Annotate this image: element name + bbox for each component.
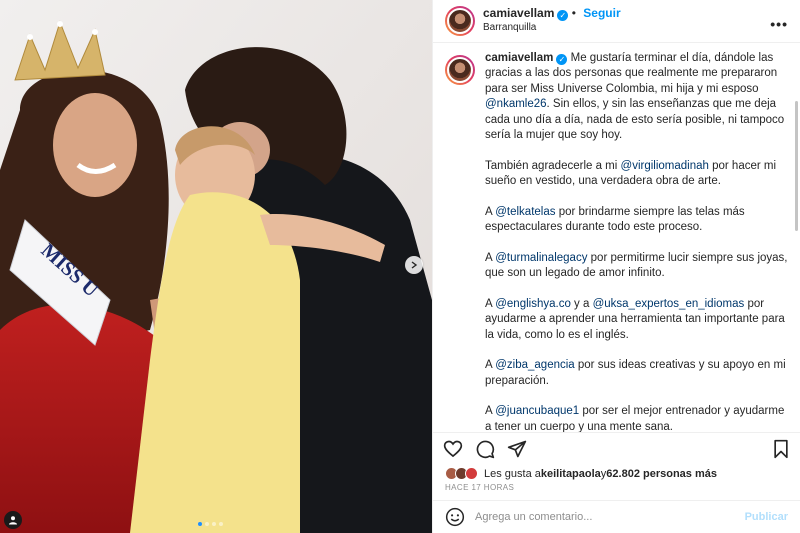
carousel-dot xyxy=(205,522,209,526)
caption-segment: A xyxy=(485,205,496,218)
avatar[interactable] xyxy=(445,54,475,85)
caption-username[interactable]: camiavellam xyxy=(485,52,553,64)
post-side-panel: camiavellam ✓ • Seguir Barranquilla ••• c… xyxy=(432,0,800,533)
liker-avatars xyxy=(445,467,478,481)
post-dialog: MISS U camiavellam ✓ • Seguir Barranquil… xyxy=(0,0,800,533)
caption-segment: A xyxy=(485,359,496,372)
caption-paragraph: camiavellam ✓ Me gustaría terminar el día… xyxy=(485,51,788,144)
caption-paragraph: A @juancubaque1 por ser el mejor entrena… xyxy=(485,404,788,431)
next-photo-button[interactable] xyxy=(405,256,423,274)
mention-link[interactable]: @juancubaque1 xyxy=(495,405,579,417)
verified-icon: ✓ xyxy=(557,10,569,22)
caption-segment: y a xyxy=(570,297,593,310)
caption-scrollbar[interactable] xyxy=(795,100,798,231)
post-timestamp[interactable]: HACE 17 HORAS xyxy=(433,481,800,500)
mention-link[interactable]: @englishya.co xyxy=(495,298,571,310)
mention-link[interactable]: @virgiliomadinah xyxy=(621,160,709,172)
post-header: camiavellam ✓ • Seguir Barranquilla ••• xyxy=(433,0,800,43)
caption-text: camiavellam ✓ Me gustaría terminar el día… xyxy=(485,51,788,432)
liker-username[interactable]: keilitapaola xyxy=(541,468,601,480)
carousel-dot xyxy=(212,522,216,526)
verified-icon: ✓ xyxy=(556,53,568,65)
header-username[interactable]: camiavellam xyxy=(483,6,554,20)
comment-input[interactable] xyxy=(475,511,745,524)
avatar xyxy=(465,467,478,481)
post-photo[interactable]: MISS U xyxy=(0,0,432,533)
heart-icon[interactable] xyxy=(443,439,463,459)
more-icon[interactable]: ••• xyxy=(770,16,788,32)
mention-link[interactable]: @uksa_expertos_en_idiomas xyxy=(593,298,745,310)
mention-link[interactable]: @telkatelas xyxy=(495,206,555,218)
caption-paragraph: A @englishya.co y a @uksa_expertos_en_id… xyxy=(485,297,788,344)
separator-dot: • xyxy=(571,6,580,21)
caption-segment: A xyxy=(485,251,496,264)
caption-area: camiavellam ✓ Me gustaría terminar el día… xyxy=(433,43,800,432)
chevron-right-icon xyxy=(411,261,418,269)
caption-segment: También agradecerle a mi xyxy=(485,159,621,172)
caption-segment: A xyxy=(485,405,496,418)
mention-link[interactable]: @ziba_agencia xyxy=(495,359,574,371)
publish-button[interactable]: Publicar xyxy=(745,511,788,523)
location-link[interactable]: Barranquilla xyxy=(483,21,621,35)
avatar[interactable] xyxy=(445,5,475,36)
bookmark-icon[interactable] xyxy=(772,439,790,459)
caption-segment: A xyxy=(485,297,496,310)
likes-summary: Les gusta a keilitapaola y 62.802 person… xyxy=(433,466,800,481)
likes-prefix: Les gusta a xyxy=(484,467,541,480)
photo-image: MISS U xyxy=(0,0,432,533)
action-bar xyxy=(433,431,800,466)
comment-icon[interactable] xyxy=(475,439,495,459)
caption-paragraph: También agradecerle a mi @virgiliomadina… xyxy=(485,159,788,190)
emoji-icon[interactable] xyxy=(445,507,465,527)
user-tag-button[interactable] xyxy=(4,511,22,529)
caption-paragraph: A @ziba_agencia por sus ideas creativas … xyxy=(485,358,788,389)
caption-paragraph: A @telkatelas por brindarme siempre las … xyxy=(485,205,788,236)
carousel-dot xyxy=(198,522,202,526)
share-icon[interactable] xyxy=(507,439,527,459)
likes-count[interactable]: 62.802 personas más xyxy=(606,468,717,480)
carousel-dots xyxy=(198,522,223,526)
caption-paragraph: A @turmalinalegacy por permitirme lucir … xyxy=(485,251,788,282)
mention-link[interactable]: @nkamle26 xyxy=(485,98,547,110)
mention-link[interactable]: @turmalinalegacy xyxy=(495,252,587,264)
user-tag-icon xyxy=(9,516,17,525)
carousel-dot xyxy=(219,522,223,526)
comment-bar: Publicar xyxy=(433,500,800,533)
follow-button[interactable]: Seguir xyxy=(583,6,620,20)
